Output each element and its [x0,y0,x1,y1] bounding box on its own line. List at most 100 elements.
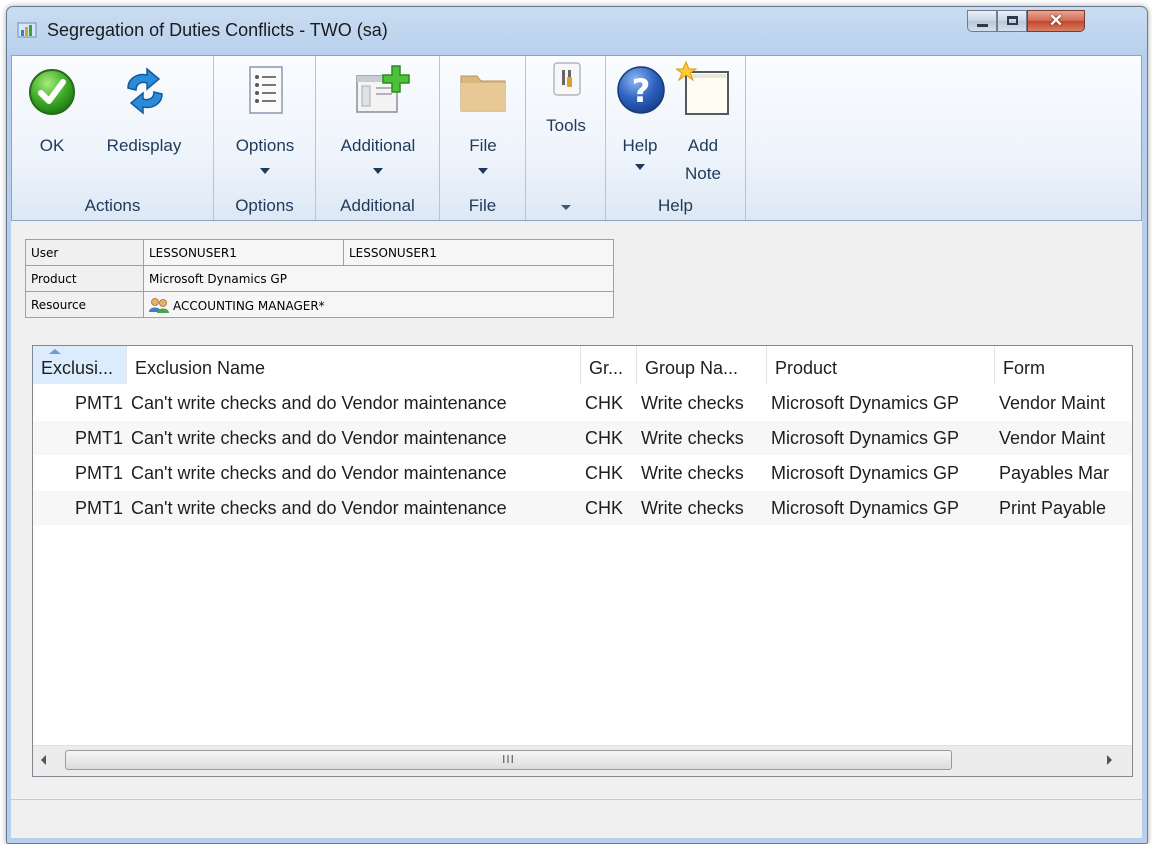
cell-group-name: Write checks [641,393,744,413]
cell-exclusion-id: PMT1 [74,428,123,448]
sort-ascending-icon [49,349,61,354]
status-bar [11,799,1142,838]
cell-form: Vendor Maint [999,428,1106,448]
table-row[interactable]: PMT1 Can't write checks and do Vendor ma… [33,491,1132,525]
window-title: Segregation of Duties Conflicts - TWO (s… [47,20,388,40]
cell-product: Microsoft Dynamics GP [771,393,960,413]
user-label: User [25,239,144,266]
ok-check-icon [29,69,75,115]
group-label-help: Help [658,196,693,215]
help-dropdown-arrow-icon [635,164,645,170]
refresh-icon [127,67,163,115]
add-note-label-line2: Note [685,164,721,183]
column-header-label: Product [775,358,838,378]
ribbon-group-tools: Tools [526,56,606,220]
conflicts-grid[interactable]: Exclusi... Exclusion Name Gr... Group Na… [32,345,1133,777]
cell-group-id: CHK [585,428,624,448]
column-header-label: Exclusion Name [135,358,266,378]
tools-group-expand-arrow-icon[interactable] [560,205,571,210]
ribbon-group-additional: Additional Additional [316,56,440,220]
column-header-exclusion-name[interactable]: Exclusion Name [127,346,581,384]
group-label-file: File [468,196,497,215]
table-row[interactable]: PMT1 Can't write checks and do Vendor ma… [33,421,1132,455]
note-icon [676,60,729,115]
ribbon-group-options: Options Options [214,56,316,220]
file-button[interactable]: File [448,56,518,186]
cell-exclusion-id: PMT1 [74,498,123,518]
cell-group-name: Write checks [641,428,744,448]
additional-label: Additional [340,136,416,155]
ribbon-group-help: ? Help Add Note Help [606,56,746,220]
minimize-button[interactable] [967,10,997,32]
additional-dropdown-arrow-icon [373,168,383,174]
tools-button[interactable]: Tools [534,56,598,186]
tools-label: Tools [546,116,586,135]
maximize-button[interactable] [997,10,1027,32]
grid-header: Exclusi... Exclusion Name Gr... Group Na… [33,346,1132,384]
cell-group-name: Write checks [641,463,744,483]
tools-icon [553,62,581,96]
redisplay-label: Redisplay [106,136,182,155]
cell-product: Microsoft Dynamics GP [771,463,960,483]
cell-group-id: CHK [585,463,624,483]
window-add-icon [356,65,410,113]
group-label-actions: Actions [84,196,141,215]
options-button[interactable]: Options [222,56,308,186]
help-button[interactable]: ? Help [612,56,668,186]
column-header-product[interactable]: Product [767,346,995,384]
scroll-left-icon[interactable] [41,755,46,765]
maximize-icon [1007,16,1018,25]
app-icon [17,22,37,38]
redisplay-button[interactable]: Redisplay [104,56,184,186]
horizontal-scrollbar[interactable]: III [33,745,1132,776]
scrollbar-grip: III [502,753,515,766]
column-header-group-id[interactable]: Gr... [581,346,637,384]
resource-field: ACCOUNTING MANAGER* [143,291,614,318]
close-icon: ✕ [1048,11,1064,30]
resource-label: Resource [25,291,144,318]
add-note-label-line1: Add [687,136,719,155]
cell-form: Print Payable [999,498,1107,518]
column-header-label: Exclusi... [41,358,114,378]
add-note-button[interactable]: Add Note [670,56,736,186]
scroll-right-icon[interactable] [1107,755,1112,765]
cell-group-id: CHK [585,393,624,413]
title-bar: Segregation of Duties Conflicts - TWO (s… [7,7,1147,55]
column-header-exclusion-id[interactable]: Exclusi... [33,346,127,384]
cell-exclusion-id: PMT1 [74,463,123,483]
cell-group-name: Write checks [641,498,744,518]
group-label-additional: Additional [340,196,415,215]
column-header-label: Gr... [589,358,624,378]
column-header-form[interactable]: Form [995,346,1132,384]
user-id-field: LESSONUSER1 [143,239,344,266]
close-button[interactable]: ✕ [1027,10,1085,32]
table-row[interactable]: PMT1 Can't write checks and do Vendor ma… [33,386,1132,420]
table-row[interactable]: PMT1 Can't write checks and do Vendor ma… [33,456,1132,490]
scrollbar-thumb[interactable]: III [65,750,952,770]
additional-button[interactable]: Additional [324,56,432,186]
svg-text:?: ? [632,72,651,110]
info-table: User LESSONUSER1 LESSONUSER1 Product Mic… [25,239,614,318]
folder-icon [460,75,506,112]
list-document-icon [249,66,283,114]
cell-product: Microsoft Dynamics GP [771,428,960,448]
ribbon-group-actions: OK Redisplay Actions [12,56,214,220]
user-name-field: LESSONUSER1 [343,239,614,266]
cell-exclusion-name: Can't write checks and do Vendor mainten… [131,498,507,518]
ok-button[interactable]: OK [20,56,84,186]
role-users-icon [149,297,169,313]
ok-label: OK [39,136,65,155]
cell-exclusion-name: Can't write checks and do Vendor mainten… [131,463,507,483]
file-label: File [469,136,497,155]
file-dropdown-arrow-icon [478,168,488,174]
ribbon: OK Redisplay Actions Options Options Add… [11,55,1142,221]
column-header-group-name[interactable]: Group Na... [637,346,767,384]
app-window: Segregation of Duties Conflicts - TWO (s… [6,6,1148,844]
help-icon: ? [617,66,665,114]
cell-exclusion-id: PMT1 [74,393,123,413]
options-dropdown-arrow-icon [260,168,270,174]
help-label: Help [622,136,658,155]
cell-form: Vendor Maint [999,393,1106,413]
column-header-label: Group Na... [645,358,739,378]
ribbon-group-file: File File [440,56,526,220]
